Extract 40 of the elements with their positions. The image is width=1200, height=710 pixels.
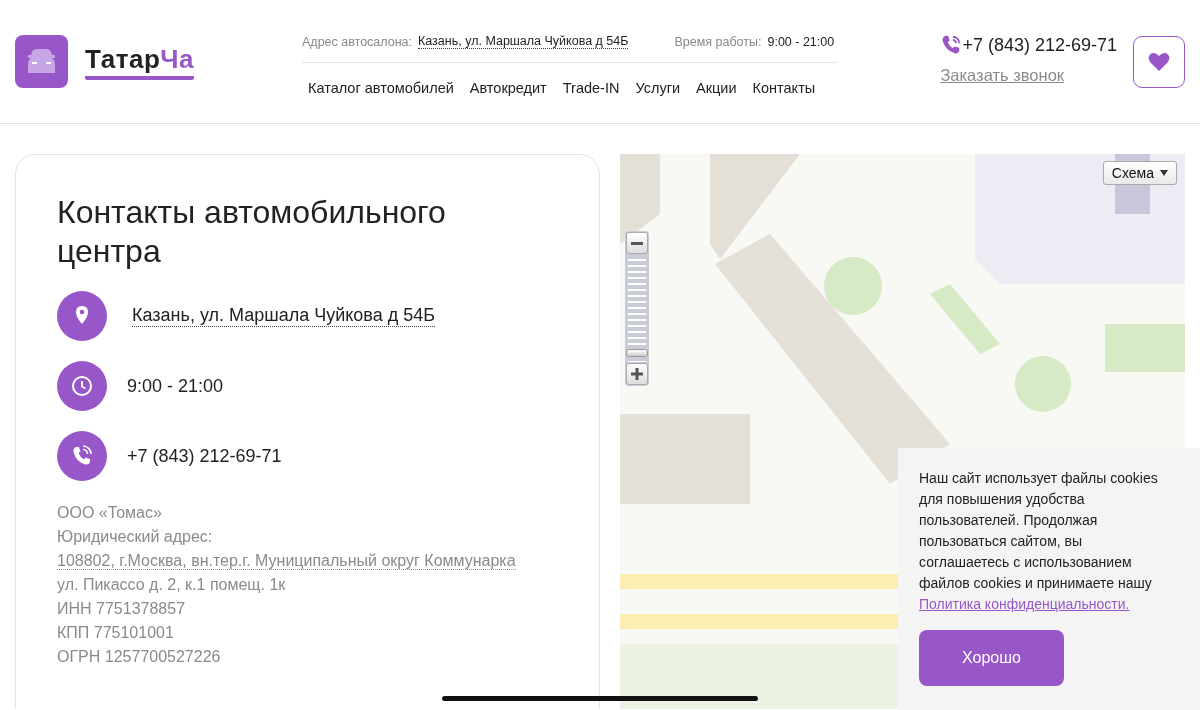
plus-icon [631,368,643,380]
hours-text: 9:00 - 21:00 [767,34,835,49]
callback-link[interactable]: Заказать звонок [940,66,1117,85]
phone-number[interactable]: +7 (843) 212-69-71 [127,445,282,467]
nav-link[interactable]: Контакты [752,79,816,96]
phone-icon [57,431,107,481]
hours-label: Время работы: [674,34,762,49]
favorites-button[interactable] [1133,35,1185,88]
phone-number[interactable]: +7 (843) 212-69-71 [962,34,1117,56]
nav-link[interactable]: Каталог автомобилей [308,79,454,96]
legal-info-line: ООО «Томас» [57,503,162,523]
legal-info-line: ОГРН 1257700527226 [57,647,221,667]
page-title: Контакты автомобильного центра [57,193,447,271]
legal-info-line: ул. Пикассо д. 2, к.1 помещ. 1к [57,575,286,595]
privacy-policy-link[interactable]: Политика конфиденциальности. [919,596,1130,612]
legal-address-link[interactable]: 108802, г.Москва, вн.тер.г. Муниципальный округ Коммунарка [57,552,516,570]
map-layer-dropdown[interactable]: Схема [1102,161,1177,185]
hours-text: 9:00 - 21:00 [127,375,224,397]
nav-link[interactable]: Автокредит [469,79,547,96]
cookie-notice-text: Наш сайт использует файлы cookies для повышения удобства пользователей. Продолжая пользоваться сайтом, вы соглашаетесь с использованием файлов cookies и принимаете нашу Политика конфиденциальности. [919,469,1159,614]
nav-link[interactable]: Акции [696,79,737,96]
legal-info-line: Юридический адрес: [57,527,213,547]
address-link[interactable]: Казань, ул. Маршала Чуйкова д 54Б [132,305,436,327]
phone-icon [940,34,963,56]
nav-link[interactable]: Trade-IN [562,79,620,96]
address-link[interactable]: Казань, ул. Маршала Чуйкова д 54Б [418,34,629,49]
heart-icon [1148,51,1170,72]
nav-link[interactable]: Услуги [635,79,681,96]
accept-button[interactable]: Хорошо [919,630,1064,686]
legal-info-line: ИНН 7751378857 [57,599,186,619]
logo-wordmark[interactable]: ТатарЧа [85,43,194,80]
minus-icon [631,241,643,245]
zoom-in-button[interactable] [626,363,648,385]
caret-icon [1160,170,1168,176]
address-label: Адрес автосалона: [302,34,413,49]
clock-icon [57,361,107,411]
car-logo-icon[interactable] [15,35,68,88]
zoom-out-button[interactable] [626,232,648,254]
location-pin-icon [57,291,107,341]
legal-info-line: КПП 775101001 [57,623,174,643]
